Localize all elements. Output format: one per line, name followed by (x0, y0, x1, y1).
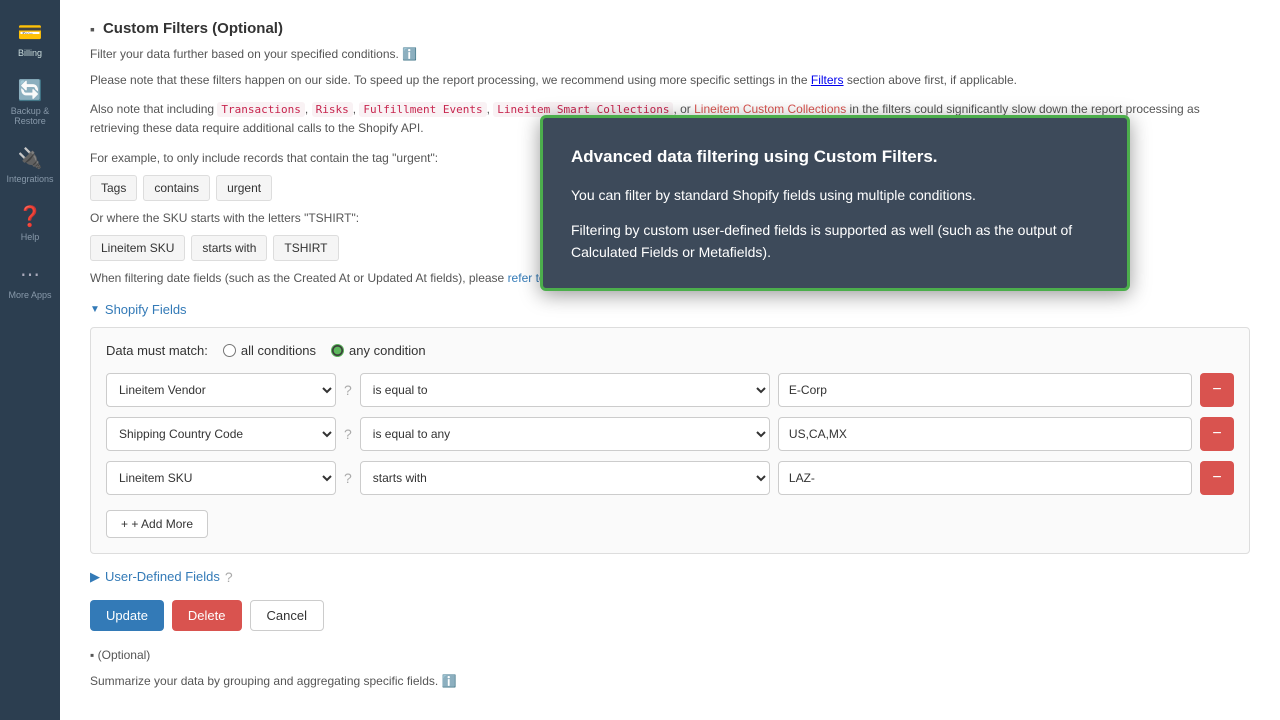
filter2-remove-button[interactable]: − (1200, 417, 1234, 451)
filter2-field-select[interactable]: Lineitem VendorShipping Country CodeLine… (106, 417, 336, 451)
section-description: Filter your data further based on your s… (90, 45, 1250, 63)
integrations-icon: 🔌 (18, 146, 43, 171)
match-label: Data must match: (106, 343, 208, 358)
billing-icon: 💳 (18, 20, 43, 45)
update-button[interactable]: Update (90, 600, 164, 631)
add-icon: + (121, 517, 128, 531)
sidebar-item-billing[interactable]: 💳 Billing (0, 10, 60, 68)
section-icon: ▪ (90, 21, 95, 37)
grouping-info-icon: ℹ️ (442, 674, 457, 688)
match-all-label[interactable]: all conditions (223, 343, 316, 358)
filter2-value-input[interactable] (778, 417, 1192, 451)
arrow-down-icon: ▼ (90, 304, 100, 315)
example1-field: Tags (90, 175, 137, 201)
filter1-condition-select[interactable]: is equal tois equal to anyis not equal t… (360, 373, 770, 407)
grouping-section: ▪ (Optional) Summarize your data by grou… (90, 641, 1250, 690)
udf-help-icon[interactable]: ? (225, 569, 233, 585)
sidebar-label-billing: Billing (18, 48, 42, 58)
example2-condition: starts with (191, 235, 267, 261)
shopify-fields-label: Shopify Fields (105, 302, 187, 317)
sidebar-item-integrations[interactable]: 🔌 Integrations (0, 136, 60, 194)
info-text: Please note that these filters happen on… (90, 71, 1250, 90)
filter3-help-icon[interactable]: ? (344, 470, 352, 486)
tag-risks: Risks (312, 102, 353, 117)
filter2-condition-select[interactable]: is equal tois equal to anyis not equal t… (360, 417, 770, 451)
filter3-field-select[interactable]: Lineitem VendorShipping Country CodeLine… (106, 461, 336, 495)
filter3-condition-select[interactable]: is equal tois equal to anyis not equal t… (360, 461, 770, 495)
tooltip-para1: You can filter by standard Shopify field… (571, 184, 1099, 206)
filter1-field-select[interactable]: Lineitem VendorShipping Country CodeLine… (106, 373, 336, 407)
arrow-right-icon: ▶ (90, 569, 100, 585)
backup-icon: 🔄 (18, 78, 43, 103)
example1-condition: contains (143, 175, 210, 201)
match-any-label[interactable]: any condition (331, 343, 426, 358)
sidebar-label-integrations: Integrations (6, 174, 53, 184)
main-content: ▪ Custom Filters (Optional) Filter your … (60, 0, 1280, 720)
info-icon: ℹ️ (402, 47, 417, 61)
match-row: Data must match: all conditions any cond… (106, 343, 1234, 358)
section-icon2: ▪ (90, 648, 94, 662)
filter-row-3: Lineitem VendorShipping Country CodeLine… (106, 461, 1234, 495)
match-all-radio[interactable] (223, 344, 236, 357)
filter-container: Data must match: all conditions any cond… (90, 327, 1250, 554)
sidebar-label-more: More Apps (8, 290, 51, 300)
filters-link[interactable]: Filters (811, 73, 844, 87)
tooltip-overlay: Advanced data filtering using Custom Fil… (540, 115, 1130, 291)
filter2-help-icon[interactable]: ? (344, 426, 352, 442)
sidebar: 💳 Billing 🔄 Backup & Restore 🔌 Integrati… (0, 0, 60, 720)
cancel-button[interactable]: Cancel (250, 600, 324, 631)
filter3-value-input[interactable] (778, 461, 1192, 495)
filter-row-1: Lineitem VendorShipping Country CodeLine… (106, 373, 1234, 407)
grouping-desc: Summarize your data by grouping and aggr… (90, 672, 1250, 690)
udf-toggle[interactable]: ▶ User-Defined Fields ? (90, 569, 1250, 585)
tag-fulfillment: Fulfillment Events (359, 102, 486, 117)
action-buttons: Update Delete Cancel (90, 600, 1250, 631)
filter-row-2: Lineitem VendorShipping Country CodeLine… (106, 417, 1234, 451)
example1-value: urgent (216, 175, 272, 201)
filter3-remove-button[interactable]: − (1200, 461, 1234, 495)
tooltip-para2: Filtering by custom user-defined fields … (571, 219, 1099, 264)
grouping-title: ▪ (Optional) (90, 646, 1250, 664)
section-header: ▪ Custom Filters (Optional) (90, 20, 1250, 37)
match-any-radio[interactable] (331, 344, 344, 357)
sidebar-item-help[interactable]: ❓ Help (0, 194, 60, 252)
example2-field: Lineitem SKU (90, 235, 185, 261)
sidebar-label-help: Help (21, 232, 40, 242)
shopify-fields-toggle[interactable]: ▼ Shopify Fields (90, 302, 1250, 317)
delete-button[interactable]: Delete (172, 600, 242, 631)
sidebar-item-more[interactable]: ⋯ More Apps (0, 252, 60, 310)
sidebar-item-backup[interactable]: 🔄 Backup & Restore (0, 68, 60, 136)
add-more-button[interactable]: + + Add More (106, 510, 208, 538)
help-icon: ❓ (18, 204, 43, 229)
more-icon: ⋯ (20, 262, 40, 287)
filter1-help-icon[interactable]: ? (344, 382, 352, 398)
udf-label: User-Defined Fields (105, 569, 220, 584)
filter1-value-input[interactable] (778, 373, 1192, 407)
section-title: Custom Filters (Optional) (103, 20, 283, 37)
tag-transactions: Transactions (217, 102, 304, 117)
filter1-remove-button[interactable]: − (1200, 373, 1234, 407)
sidebar-label-backup: Backup & Restore (5, 106, 55, 126)
tooltip-title: Advanced data filtering using Custom Fil… (571, 143, 1099, 170)
example2-value: TSHIRT (273, 235, 338, 261)
